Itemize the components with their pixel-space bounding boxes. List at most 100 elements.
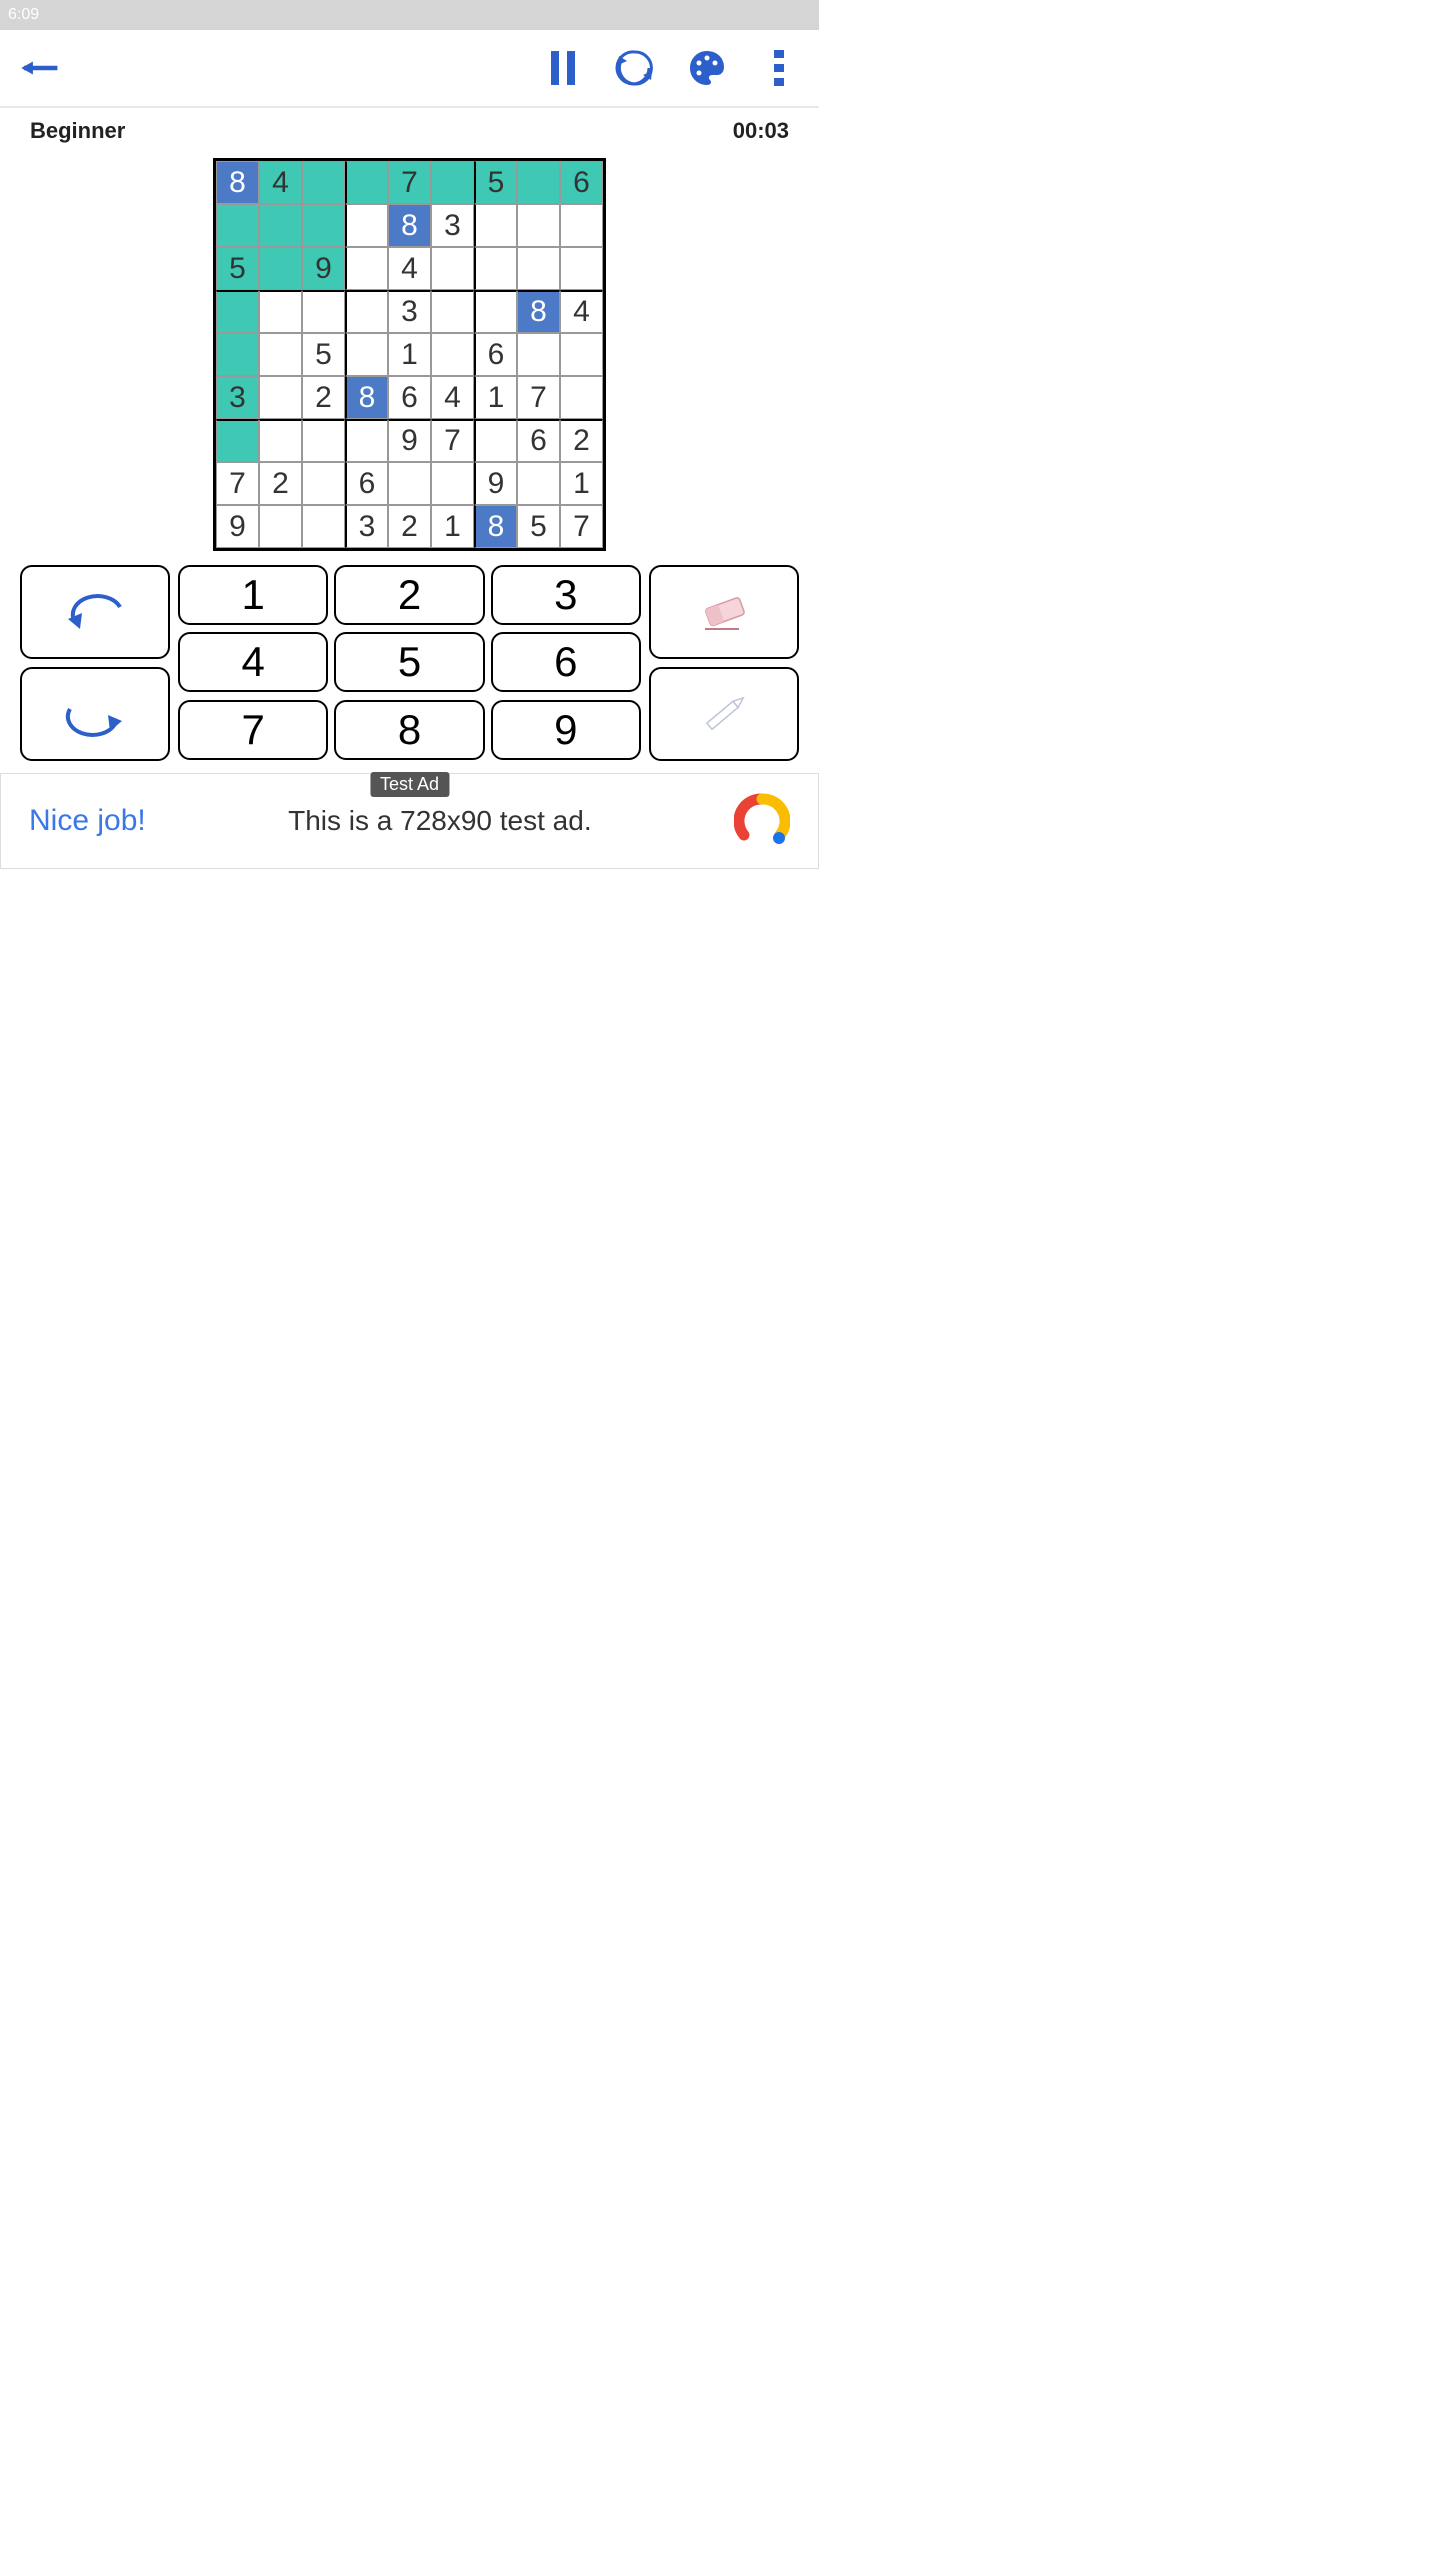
- cell-5-8[interactable]: [560, 376, 603, 419]
- cell-2-3[interactable]: [345, 247, 388, 290]
- palette-button[interactable]: [687, 48, 727, 88]
- cell-3-5[interactable]: [431, 290, 474, 333]
- cell-8-0[interactable]: 9: [216, 505, 259, 548]
- cell-0-8[interactable]: 6: [560, 161, 603, 204]
- back-button[interactable]: [20, 48, 60, 88]
- cell-7-3[interactable]: 6: [345, 462, 388, 505]
- cell-5-5[interactable]: 4: [431, 376, 474, 419]
- cell-1-5[interactable]: 3: [431, 204, 474, 247]
- cell-6-7[interactable]: 6: [517, 419, 560, 462]
- num-button-9[interactable]: 9: [491, 700, 641, 760]
- cell-6-5[interactable]: 7: [431, 419, 474, 462]
- cell-5-1[interactable]: [259, 376, 302, 419]
- cell-8-4[interactable]: 2: [388, 505, 431, 548]
- cell-3-8[interactable]: 4: [560, 290, 603, 333]
- cell-2-0[interactable]: 5: [216, 247, 259, 290]
- cell-6-8[interactable]: 2: [560, 419, 603, 462]
- cell-7-4[interactable]: [388, 462, 431, 505]
- cell-7-2[interactable]: [302, 462, 345, 505]
- cell-8-6[interactable]: 8: [474, 505, 517, 548]
- erase-button[interactable]: [649, 565, 799, 659]
- cell-3-4[interactable]: 3: [388, 290, 431, 333]
- cell-2-6[interactable]: [474, 247, 517, 290]
- cell-4-4[interactable]: 1: [388, 333, 431, 376]
- num-button-7[interactable]: 7: [178, 700, 328, 760]
- cell-2-5[interactable]: [431, 247, 474, 290]
- cell-7-0[interactable]: 7: [216, 462, 259, 505]
- cell-6-6[interactable]: [474, 419, 517, 462]
- cell-4-1[interactable]: [259, 333, 302, 376]
- cell-0-2[interactable]: [302, 161, 345, 204]
- cell-6-4[interactable]: 9: [388, 419, 431, 462]
- cell-8-2[interactable]: [302, 505, 345, 548]
- pause-button[interactable]: [543, 48, 583, 88]
- num-button-4[interactable]: 4: [178, 632, 328, 692]
- pencil-button[interactable]: [649, 667, 799, 761]
- cell-2-7[interactable]: [517, 247, 560, 290]
- cell-3-7[interactable]: 8: [517, 290, 560, 333]
- cell-8-7[interactable]: 5: [517, 505, 560, 548]
- cell-4-2[interactable]: 5: [302, 333, 345, 376]
- cell-4-3[interactable]: [345, 333, 388, 376]
- cell-0-0[interactable]: 8: [216, 161, 259, 204]
- cell-1-4[interactable]: 8: [388, 204, 431, 247]
- menu-button[interactable]: [759, 48, 799, 88]
- cell-8-8[interactable]: 7: [560, 505, 603, 548]
- refresh-button[interactable]: [615, 48, 655, 88]
- cell-1-0[interactable]: [216, 204, 259, 247]
- cell-6-3[interactable]: [345, 419, 388, 462]
- cell-4-6[interactable]: 6: [474, 333, 517, 376]
- cell-1-2[interactable]: [302, 204, 345, 247]
- cell-1-3[interactable]: [345, 204, 388, 247]
- cell-4-5[interactable]: [431, 333, 474, 376]
- cell-7-6[interactable]: 9: [474, 462, 517, 505]
- num-button-2[interactable]: 2: [334, 565, 484, 625]
- cell-8-3[interactable]: 3: [345, 505, 388, 548]
- cell-5-4[interactable]: 6: [388, 376, 431, 419]
- cell-1-6[interactable]: [474, 204, 517, 247]
- cell-4-0[interactable]: [216, 333, 259, 376]
- cell-3-1[interactable]: [259, 290, 302, 333]
- num-button-8[interactable]: 8: [334, 700, 484, 760]
- cell-2-4[interactable]: 4: [388, 247, 431, 290]
- cell-1-7[interactable]: [517, 204, 560, 247]
- cell-4-7[interactable]: [517, 333, 560, 376]
- cell-3-6[interactable]: [474, 290, 517, 333]
- cell-0-5[interactable]: [431, 161, 474, 204]
- cell-6-2[interactable]: [302, 419, 345, 462]
- cell-0-6[interactable]: 5: [474, 161, 517, 204]
- cell-6-0[interactable]: [216, 419, 259, 462]
- num-button-1[interactable]: 1: [178, 565, 328, 625]
- cell-0-7[interactable]: [517, 161, 560, 204]
- cell-7-8[interactable]: 1: [560, 462, 603, 505]
- cell-4-8[interactable]: [560, 333, 603, 376]
- cell-5-7[interactable]: 7: [517, 376, 560, 419]
- cell-1-1[interactable]: [259, 204, 302, 247]
- cell-7-5[interactable]: [431, 462, 474, 505]
- cell-3-2[interactable]: [302, 290, 345, 333]
- sudoku-board[interactable]: 847568359438451632864179762726919321857: [213, 158, 606, 551]
- ad-banner[interactable]: Test Ad Nice job! This is a 728x90 test …: [0, 773, 819, 869]
- num-button-3[interactable]: 3: [491, 565, 641, 625]
- cell-0-1[interactable]: 4: [259, 161, 302, 204]
- cell-2-1[interactable]: [259, 247, 302, 290]
- redo-button[interactable]: [20, 667, 170, 761]
- undo-button[interactable]: [20, 565, 170, 659]
- cell-7-1[interactable]: 2: [259, 462, 302, 505]
- cell-3-3[interactable]: [345, 290, 388, 333]
- cell-5-0[interactable]: 3: [216, 376, 259, 419]
- num-button-5[interactable]: 5: [334, 632, 484, 692]
- cell-6-1[interactable]: [259, 419, 302, 462]
- cell-1-8[interactable]: [560, 204, 603, 247]
- cell-0-3[interactable]: [345, 161, 388, 204]
- cell-0-4[interactable]: 7: [388, 161, 431, 204]
- cell-7-7[interactable]: [517, 462, 560, 505]
- cell-2-8[interactable]: [560, 247, 603, 290]
- cell-8-1[interactable]: [259, 505, 302, 548]
- cell-5-3[interactable]: 8: [345, 376, 388, 419]
- cell-5-6[interactable]: 1: [474, 376, 517, 419]
- cell-2-2[interactable]: 9: [302, 247, 345, 290]
- cell-3-0[interactable]: [216, 290, 259, 333]
- cell-5-2[interactable]: 2: [302, 376, 345, 419]
- num-button-6[interactable]: 6: [491, 632, 641, 692]
